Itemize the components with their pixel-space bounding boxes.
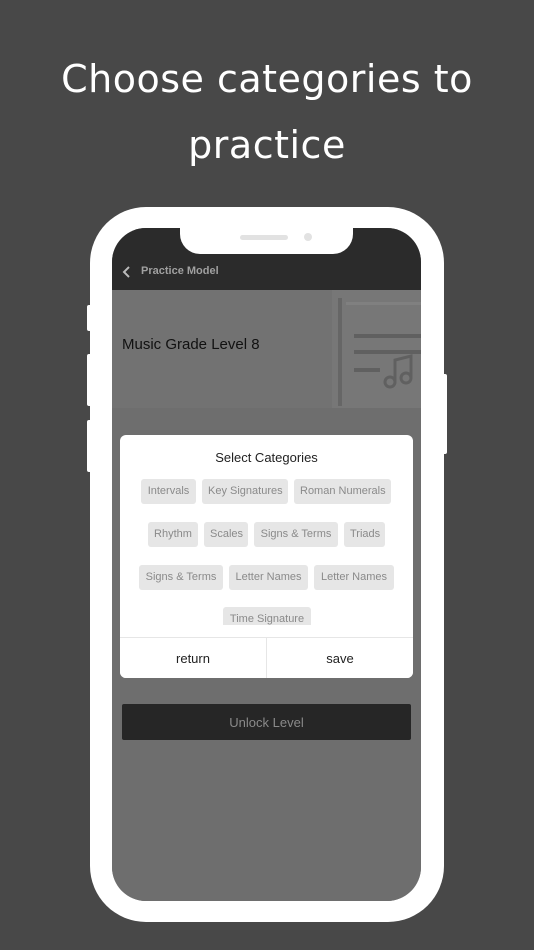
phone-notch (180, 228, 353, 254)
category-chip-triads[interactable]: Triads (344, 522, 385, 547)
dialog-title: Select Categories (215, 450, 318, 465)
category-chip-key-signatures[interactable]: Key Signatures (202, 479, 288, 504)
return-button[interactable]: return (120, 638, 267, 678)
nav-title: Practice Model (141, 265, 219, 277)
category-chip-signs-terms[interactable]: Signs & Terms (254, 522, 338, 547)
category-chip-letter-names[interactable]: Letter Names (229, 565, 308, 590)
headline-line-1: Choose categories to (61, 57, 473, 101)
headline-line-2: practice (188, 123, 346, 167)
category-chip-time-signature[interactable]: Time Signature (223, 607, 311, 625)
category-chip-signs-terms-2[interactable]: Signs & Terms (139, 565, 223, 590)
category-chip-roman-numerals[interactable]: Roman Numerals (294, 479, 391, 504)
unlock-level-button[interactable]: Unlock Level (122, 704, 411, 740)
category-chip-rhythm[interactable]: Rhythm (148, 522, 198, 547)
phone-camera (304, 233, 312, 241)
category-chip-intervals[interactable]: Intervals (141, 479, 196, 504)
category-chip-scales[interactable]: Scales (204, 522, 248, 547)
chevron-left-icon[interactable] (122, 266, 134, 278)
level-title: Music Grade Level 8 (122, 336, 260, 353)
phone-speaker (240, 235, 288, 240)
level-card[interactable]: Music Grade Level 8 (112, 290, 421, 408)
category-chip-letter-names-2[interactable]: Letter Names (314, 565, 394, 590)
save-button[interactable]: save (267, 638, 413, 678)
sheet-music-icon (332, 290, 421, 408)
dialog-footer: return save (120, 637, 413, 678)
category-chip-list: Intervals Key Signatures Roman Numerals … (120, 479, 413, 625)
select-categories-dialog: Select Categories Intervals Key Signatur… (120, 435, 413, 678)
